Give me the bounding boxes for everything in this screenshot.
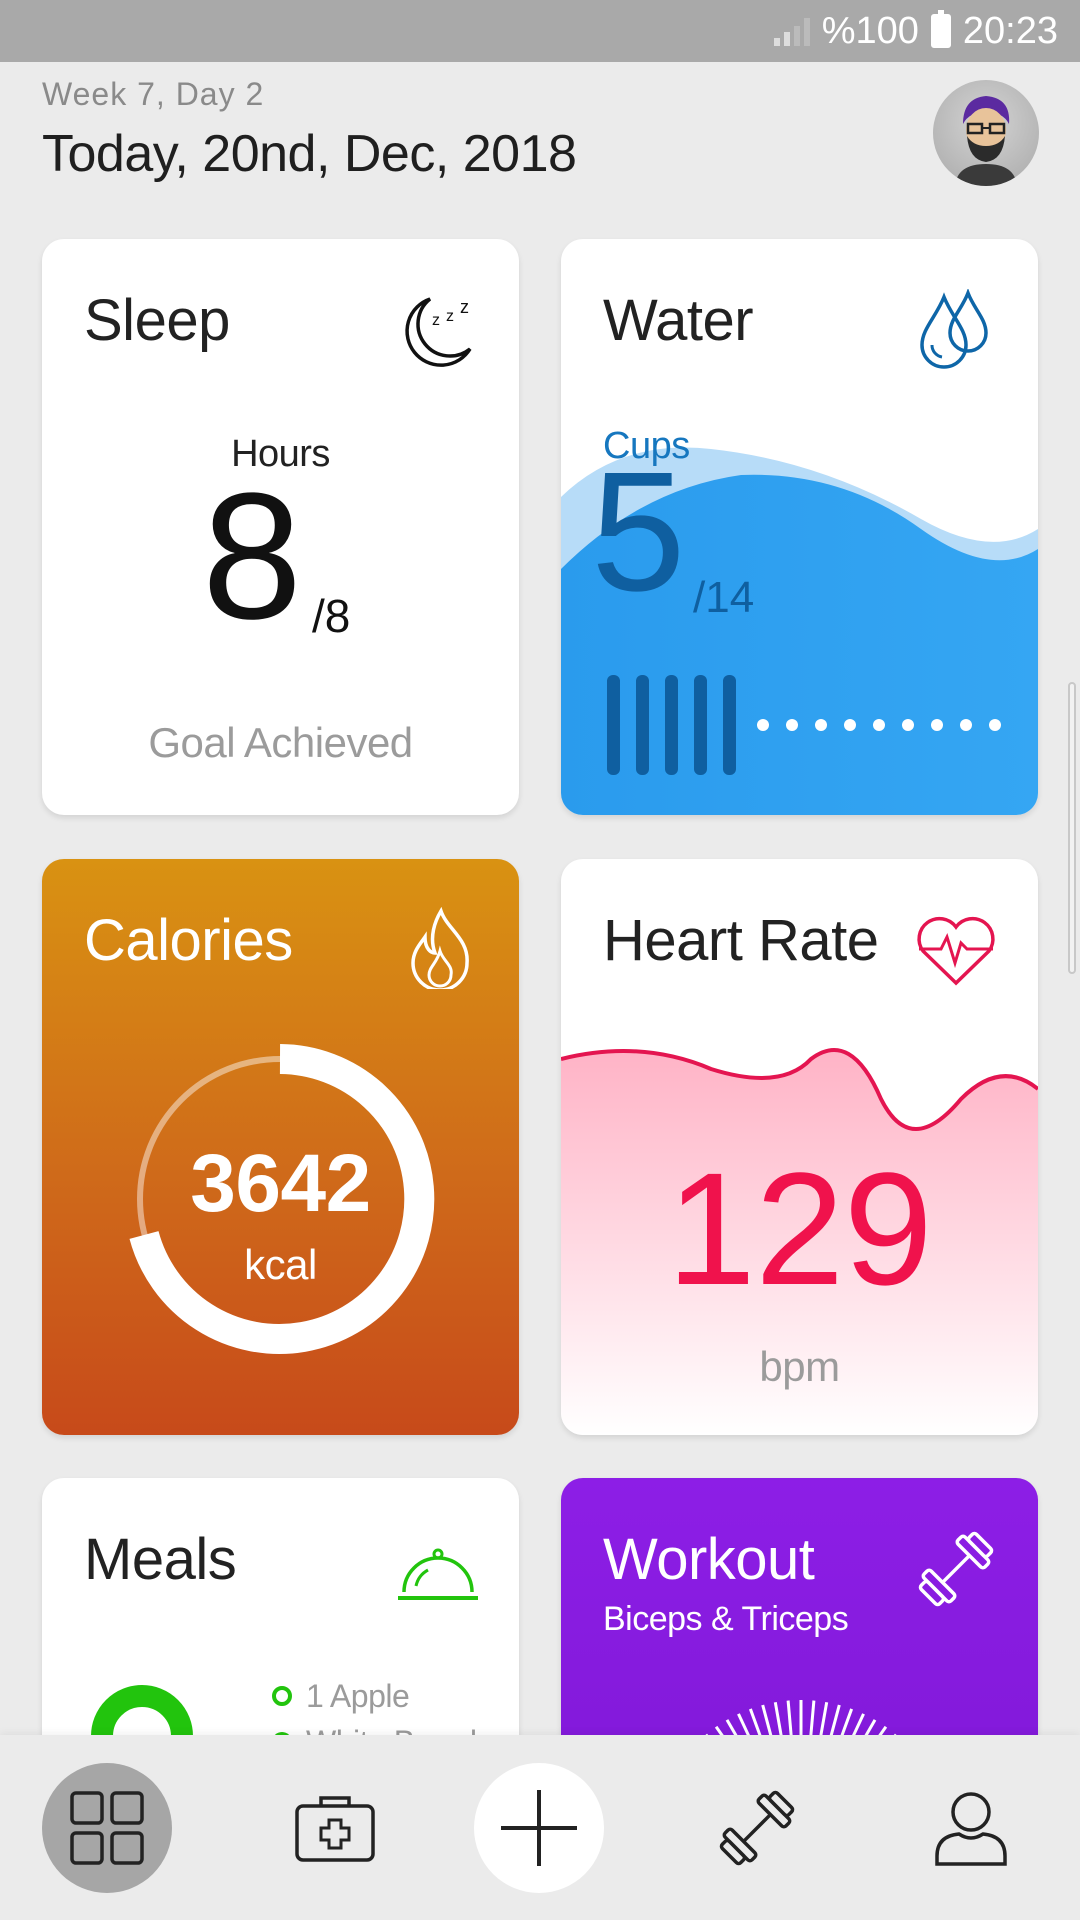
bullet-icon — [272, 1686, 292, 1706]
cup-empty[interactable] — [844, 719, 856, 731]
heart-rate-title: Heart Rate — [603, 908, 879, 973]
sleep-value: 8 — [202, 456, 302, 657]
meals-title: Meals — [84, 1527, 237, 1592]
medical-kit-icon — [295, 1796, 375, 1862]
workout-title: Workout — [603, 1527, 815, 1592]
heart-rate-unit: bpm — [759, 1343, 840, 1390]
calories-title: Calories — [84, 908, 293, 973]
flame-icon — [411, 907, 469, 989]
cup-empty[interactable] — [873, 719, 885, 731]
cup-empty[interactable] — [931, 719, 943, 731]
cup-empty[interactable] — [757, 719, 769, 731]
cup-empty[interactable] — [815, 719, 827, 731]
signal-icon — [773, 16, 810, 46]
nav-health-button[interactable] — [270, 1763, 400, 1893]
cup-filled[interactable] — [694, 675, 707, 775]
cup-empty[interactable] — [786, 719, 798, 731]
dumbbell-icon — [918, 1531, 994, 1607]
water-title: Water — [603, 288, 754, 353]
week-label: Week 7, Day 2 — [42, 76, 265, 112]
date-label: Today, 20nd, Dec, 2018 — [42, 125, 577, 183]
cup-empty[interactable] — [960, 719, 972, 731]
moon-icon: z z z — [405, 297, 472, 367]
dial-tick — [809, 1700, 816, 1737]
dial-tick — [818, 1701, 829, 1738]
cup-filled[interactable] — [665, 675, 678, 775]
nav-profile-button[interactable] — [906, 1763, 1036, 1893]
nav-dashboard-button[interactable] — [42, 1763, 172, 1893]
dial-tick — [786, 1700, 793, 1737]
nav-add-button[interactable] — [474, 1763, 604, 1893]
battery-icon — [930, 10, 951, 48]
cup-empty[interactable] — [902, 719, 914, 731]
cup-filled[interactable] — [607, 675, 620, 775]
avatar[interactable] — [933, 80, 1039, 186]
water-goal: /14 — [693, 573, 755, 622]
sleep-status: Goal Achieved — [148, 719, 413, 766]
cup-filled[interactable] — [723, 675, 736, 775]
sleep-card[interactable]: Sleep z z z Hours 8 /8 Goal Achieved — [42, 239, 519, 815]
scrollbar[interactable] — [1068, 682, 1076, 974]
heart-rate-value: 129 — [666, 1139, 933, 1318]
grid-icon — [70, 1791, 144, 1865]
heart-rate-card[interactable]: Heart Rate 129 bpm — [561, 859, 1038, 1435]
calories-value: 3642 — [190, 1138, 371, 1229]
avatar-image — [955, 96, 1017, 186]
water-drops-icon — [920, 289, 988, 369]
meal-item-label: 1 Apple — [306, 1677, 410, 1714]
plus-icon — [501, 1790, 577, 1866]
bottom-nav — [0, 1735, 1080, 1920]
cup-filled[interactable] — [636, 675, 649, 775]
cups-tracker[interactable] — [603, 667, 1003, 777]
heart-pulse-icon — [917, 916, 995, 986]
workout-subtitle: Biceps & Triceps — [603, 1600, 849, 1638]
status-bar: %100 20:23 — [0, 0, 1080, 62]
nav-workout-button[interactable] — [692, 1763, 822, 1893]
calories-card[interactable]: Calories 3642 kcal — [42, 859, 519, 1435]
cup-empty[interactable] — [989, 719, 1001, 731]
clock: 20:23 — [962, 9, 1058, 52]
sleep-goal: /8 — [312, 590, 351, 642]
sleep-title: Sleep — [84, 288, 230, 353]
list-item: 1 Apple — [272, 1674, 477, 1718]
svg-text:z: z — [432, 312, 440, 329]
dumbbell-icon — [719, 1790, 795, 1866]
svg-text:z: z — [460, 297, 469, 317]
battery-percent: %100 — [821, 9, 919, 52]
svg-text:z: z — [446, 308, 454, 325]
water-value: 5 — [591, 437, 686, 627]
calories-unit: kcal — [244, 1241, 317, 1288]
dial-tick — [773, 1701, 784, 1738]
user-icon — [935, 1792, 1007, 1866]
water-card[interactable]: Water Cups 5 /14 — [561, 239, 1038, 815]
cloche-icon — [398, 1548, 478, 1600]
